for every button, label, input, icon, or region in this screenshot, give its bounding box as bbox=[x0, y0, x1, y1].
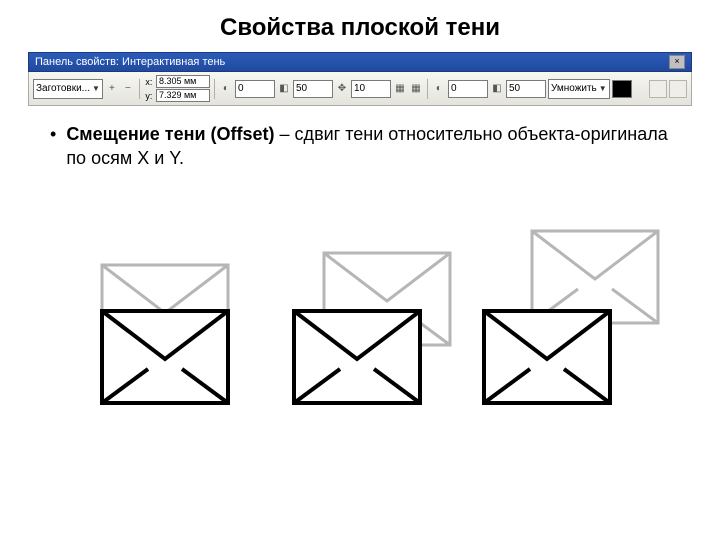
envelope-main-2 bbox=[292, 309, 422, 405]
blend-mode-label: Умножить bbox=[551, 83, 597, 94]
stretch-icon: ◧ bbox=[490, 81, 504, 97]
offset-xy: x: 8.305 мм y: 7.329 мм bbox=[144, 75, 210, 102]
opacity-a-input[interactable]: 0 bbox=[235, 80, 275, 98]
bullet: • bbox=[50, 122, 56, 171]
edge-icon[interactable]: ▦ bbox=[409, 81, 423, 97]
envelope-main-3 bbox=[482, 309, 612, 405]
close-icon[interactable]: × bbox=[669, 55, 685, 69]
body-bold: Смещение тени (Offset) bbox=[66, 124, 274, 144]
opacity-b-input[interactable]: 50 bbox=[293, 80, 333, 98]
add-preset-icon[interactable]: + bbox=[105, 81, 119, 97]
chevron-down-icon: ▼ bbox=[599, 84, 607, 93]
val-e-input[interactable]: 50 bbox=[506, 80, 546, 98]
remove-preset-icon[interactable]: − bbox=[121, 81, 135, 97]
separator bbox=[214, 79, 215, 99]
illustration bbox=[60, 201, 720, 451]
opacity-icon: ◧ bbox=[277, 81, 291, 97]
fade-icon: ◐ bbox=[432, 81, 446, 97]
envelope-main-1 bbox=[100, 309, 230, 405]
separator bbox=[427, 79, 428, 99]
x-value[interactable]: 8.305 мм bbox=[156, 75, 210, 88]
blend-mode-combo[interactable]: Умножить ▼ bbox=[548, 79, 610, 99]
copy-props-icon[interactable] bbox=[649, 80, 667, 98]
property-bar: Панель свойств: Интерактивная тень × Заг… bbox=[28, 52, 692, 106]
y-value[interactable]: 7.329 мм bbox=[156, 89, 210, 102]
preset-label: Заготовки... bbox=[36, 83, 90, 94]
chevron-down-icon: ▼ bbox=[92, 84, 100, 93]
preset-combo[interactable]: Заготовки... ▼ bbox=[33, 79, 103, 99]
feather-input[interactable]: 10 bbox=[351, 80, 391, 98]
x-label: x: bbox=[144, 77, 154, 87]
property-bar-titlebar: Панель свойств: Интерактивная тень × bbox=[28, 52, 692, 72]
property-bar-controls: Заготовки... ▼ + − x: 8.305 мм y: 7.329 … bbox=[28, 72, 692, 106]
body-text: • Смещение тени (Offset) – сдвиг тени от… bbox=[50, 122, 670, 171]
y-label: y: bbox=[144, 91, 154, 101]
direction-icon[interactable]: ▦ bbox=[393, 81, 407, 97]
val-d-input[interactable]: 0 bbox=[448, 80, 488, 98]
clear-shadow-icon[interactable] bbox=[669, 80, 687, 98]
feather-icon: ✥ bbox=[335, 81, 349, 97]
body-line: Смещение тени (Offset) – сдвиг тени отно… bbox=[66, 122, 670, 171]
titlebar-text: Панель свойств: Интерактивная тень bbox=[35, 56, 225, 68]
color-swatch[interactable] bbox=[612, 80, 632, 98]
separator bbox=[139, 79, 140, 99]
slide-title: Свойства плоской тени bbox=[0, 14, 720, 42]
angle-icon: ◐ bbox=[219, 81, 233, 97]
